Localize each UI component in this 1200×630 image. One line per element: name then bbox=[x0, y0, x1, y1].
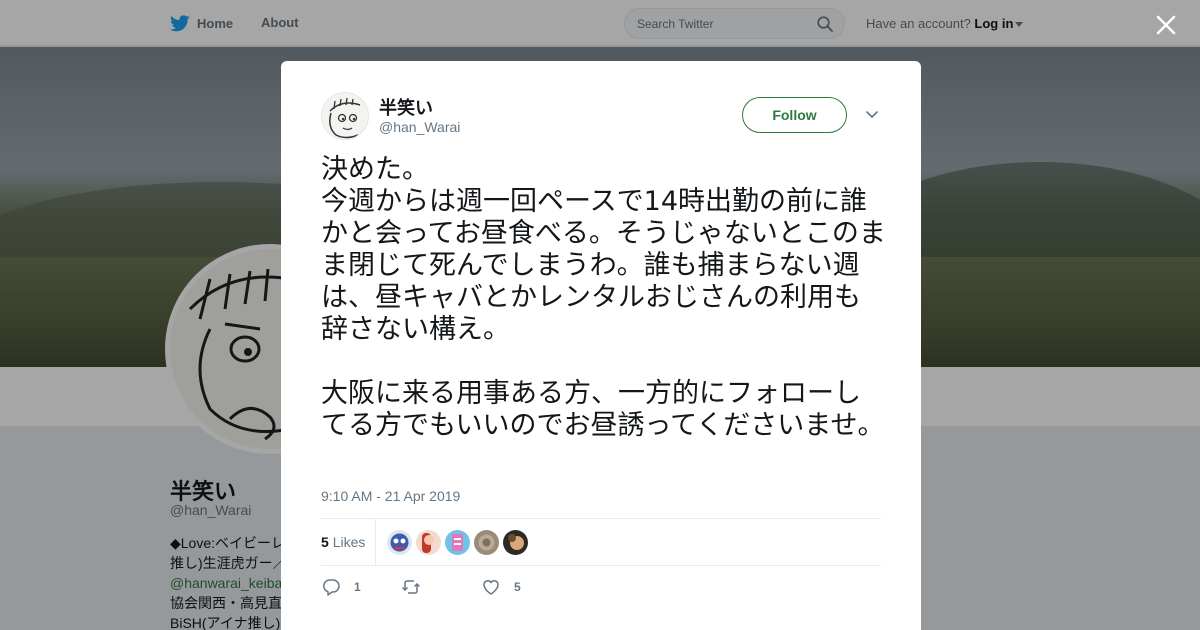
reply-icon bbox=[322, 579, 340, 596]
like-count: 5 bbox=[514, 580, 521, 594]
tweet-text: 決めた。 今週からは週一回ペースで14時出勤の前に誰かと会ってお昼食べる。そうじ… bbox=[321, 154, 886, 441]
stat-divider bbox=[375, 519, 376, 565]
retweet-button[interactable] bbox=[401, 577, 434, 597]
liker-avatar[interactable] bbox=[445, 530, 470, 555]
tweet-author-name[interactable]: 半笑い bbox=[379, 94, 433, 120]
tweet-modal: 半笑い @han_Warai Follow 決めた。 今週からは週一回ペースで1… bbox=[281, 61, 921, 630]
reply-count: 1 bbox=[354, 580, 361, 594]
liker-avatar[interactable] bbox=[474, 530, 499, 555]
tweet-timestamp[interactable]: 9:10 AM - 21 Apr 2019 bbox=[321, 488, 460, 504]
tweet-author-handle[interactable]: @han_Warai bbox=[379, 119, 460, 135]
reply-button[interactable]: 1 bbox=[321, 577, 361, 597]
cartoon-face-drawing bbox=[329, 97, 361, 139]
like-button[interactable]: 5 bbox=[481, 577, 521, 597]
tweet-actions: 1 5 bbox=[321, 577, 621, 597]
chevron-down-icon[interactable] bbox=[865, 110, 879, 120]
close-icon[interactable] bbox=[1154, 13, 1178, 37]
tweet-stats: 5 Likes bbox=[321, 518, 881, 566]
retweet-icon bbox=[401, 580, 421, 594]
likes-count: 5 bbox=[321, 534, 329, 550]
liker-avatar[interactable] bbox=[416, 530, 441, 555]
liker-avatar[interactable] bbox=[387, 530, 412, 555]
liker-avatar[interactable] bbox=[503, 530, 528, 555]
follow-button[interactable]: Follow bbox=[742, 97, 847, 133]
tweet-author-avatar[interactable] bbox=[321, 92, 369, 140]
heart-icon bbox=[483, 580, 499, 595]
likes-stat[interactable]: 5 Likes bbox=[321, 534, 365, 550]
likes-label: Likes bbox=[332, 534, 366, 550]
